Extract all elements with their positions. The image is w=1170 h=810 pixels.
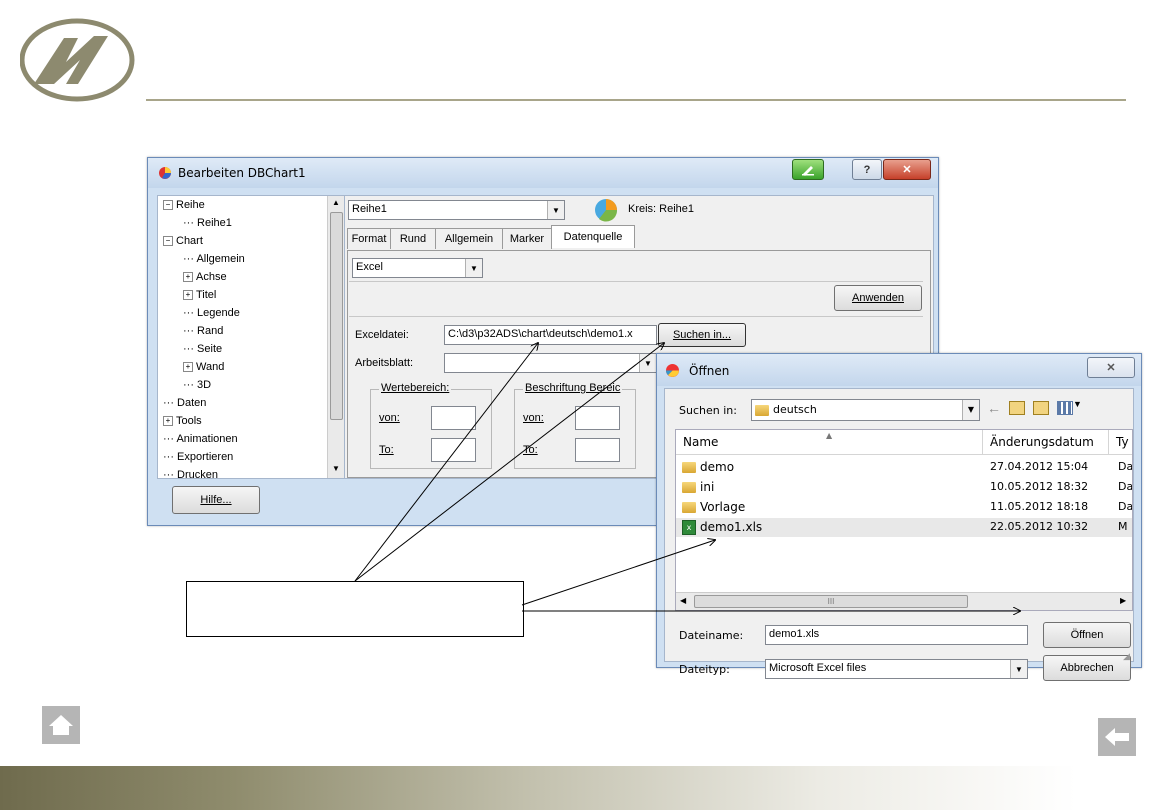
arrow-to-browse-button [354, 343, 664, 582]
arrow-to-excel-file [354, 343, 538, 582]
home-button[interactable] [42, 706, 80, 744]
annotation-arrows [354, 0, 1170, 810]
arrow-to-demo-file [521, 540, 715, 606]
footer-bar [0, 766, 1170, 810]
back-button[interactable] [1098, 718, 1136, 756]
back-arrow-icon [1105, 728, 1129, 746]
home-icon [49, 715, 73, 735]
